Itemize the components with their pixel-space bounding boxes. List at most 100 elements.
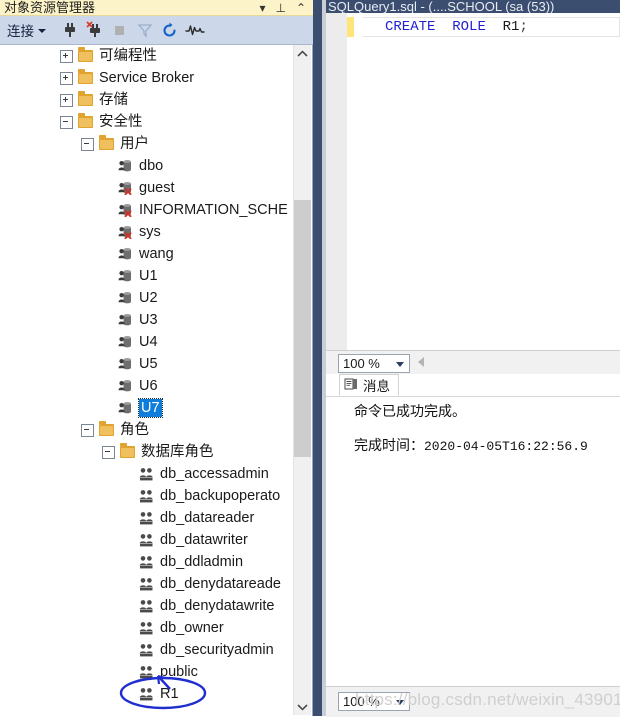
messages-icon [344, 377, 358, 394]
tree-node-u7[interactable]: U7 [0, 397, 312, 419]
collapse-icon[interactable] [102, 445, 115, 459]
db-user-disabled-icon [118, 225, 133, 239]
tree-node-[interactable]: 用户 [0, 133, 312, 155]
scroll-left-arrow-icon[interactable] [418, 357, 424, 367]
tree-node-label: guest [139, 180, 175, 196]
tree-node-public[interactable]: public [0, 661, 312, 683]
folder-icon [78, 69, 93, 84]
tree-node-label: sys [139, 224, 161, 240]
folder-icon [120, 443, 135, 458]
panel-divider [313, 0, 322, 716]
status-zoom-value: 100 % [343, 694, 380, 709]
completion-time: 2020-04-05T16:22:56.9 [424, 439, 588, 454]
activity-monitor-icon[interactable] [182, 18, 207, 43]
db-role-icon [139, 577, 154, 591]
tree-node-label: 安全性 [99, 114, 143, 130]
tree-vertical-scrollbar[interactable] [293, 45, 311, 715]
editor-gutter [326, 13, 347, 350]
expand-icon[interactable] [60, 49, 73, 63]
chevron-down-icon[interactable]: ▾ [259, 2, 265, 15]
tree-node-db_securityadmin[interactable]: db_securityadmin [0, 639, 312, 661]
tree-node-[interactable]: 可编程性 [0, 45, 312, 67]
sql-editor[interactable]: CREATE ROLE R1; [326, 13, 620, 350]
status-zoom-select[interactable]: 100 % [338, 692, 410, 711]
chevron-down-icon[interactable] [294, 698, 311, 715]
tree-node-db_datareader[interactable]: db_datareader [0, 507, 312, 529]
tree-node-db_denydatareade[interactable]: db_denydatareade [0, 573, 312, 595]
tree-node-[interactable]: 角色 [0, 419, 312, 441]
tree-node-label: wang [139, 246, 174, 262]
results-tab-bar: 消息 [326, 374, 620, 397]
tree-node-r1[interactable]: R1 [0, 683, 312, 705]
chevron-down-icon [396, 362, 404, 367]
tree-node-label: U2 [139, 290, 158, 306]
db-role-icon [139, 643, 154, 657]
editor-zoom-bar: 100 % [326, 350, 620, 375]
folder-icon [99, 135, 114, 150]
tree-node-label: U6 [139, 378, 158, 394]
scrollbar-thumb[interactable] [294, 200, 311, 457]
db-role-icon [139, 621, 154, 635]
sql-keyword-create: CREATE [385, 19, 436, 35]
tree-node-u2[interactable]: U2 [0, 287, 312, 309]
connect-button[interactable]: 连接 [7, 20, 46, 40]
tree-node-label: db_backupoperato [160, 488, 281, 504]
pin-icon[interactable]: ⊥ [275, 2, 285, 15]
tab-messages[interactable]: 消息 [339, 374, 399, 396]
tree-node-db_ddladmin[interactable]: db_ddladmin [0, 551, 312, 573]
tree-node-wang[interactable]: wang [0, 243, 312, 265]
collapse-icon[interactable] [81, 423, 94, 437]
editor-zoom-select[interactable]: 100 % [338, 354, 410, 373]
disconnect-icon[interactable] [82, 18, 107, 43]
tab-sqlquery1[interactable]: SQLQuery1.sql - (....SCHOOL (sa (53)) [326, 0, 620, 13]
tree-node-u1[interactable]: U1 [0, 265, 312, 287]
sql-identifier: R1 [502, 19, 520, 35]
tree-node-u3[interactable]: U3 [0, 309, 312, 331]
tree-node-db_datawriter[interactable]: db_datawriter [0, 529, 312, 551]
expand-icon[interactable] [60, 71, 73, 85]
folder-icon [78, 91, 93, 106]
tree-node-u6[interactable]: U6 [0, 375, 312, 397]
chevron-up-icon[interactable] [294, 45, 311, 62]
tree-node-information_sche[interactable]: INFORMATION_SCHE [0, 199, 312, 221]
close-icon[interactable]: ⌃ [296, 2, 306, 15]
tree-node-db_backupoperato[interactable]: db_backupoperato [0, 485, 312, 507]
tree-node-label: 数据库角色 [141, 444, 214, 460]
tree-node-[interactable]: 安全性 [0, 111, 312, 133]
expand-icon[interactable] [60, 93, 73, 107]
tree-node-label: db_datareader [160, 510, 255, 526]
status-bar: 100 % [326, 686, 620, 717]
tree-node-label: dbo [139, 158, 164, 174]
tree-node-db_denydatawrite[interactable]: db_denydatawrite [0, 595, 312, 617]
tree-node-[interactable]: 存储 [0, 89, 312, 111]
collapse-icon[interactable] [60, 115, 73, 129]
tree-node-label: Service Broker [99, 70, 195, 86]
tree-node-u4[interactable]: U4 [0, 331, 312, 353]
results-messages-body[interactable]: 命令已成功完成。 完成时间：2020-04-05T16:22:56.9 [326, 396, 620, 686]
collapse-icon[interactable] [81, 137, 94, 151]
editor-code-line[interactable]: CREATE ROLE R1; [363, 17, 620, 37]
db-role-icon [139, 533, 154, 547]
tree-node-service-broker[interactable]: Service Broker [0, 67, 312, 89]
object-explorer-toolbar: 连接 [0, 16, 313, 45]
connect-button-label: 连接 [7, 24, 34, 39]
page-title: 对象资源管理器 [4, 0, 96, 15]
db-role-icon [139, 489, 154, 503]
message-completion: 完成时间：2020-04-05T16:22:56.9 [354, 434, 620, 456]
tree-node-u5[interactable]: U5 [0, 353, 312, 375]
refresh-icon[interactable] [157, 18, 182, 43]
tree-node-label: db_ddladmin [160, 554, 244, 570]
filter-icon[interactable] [132, 18, 157, 43]
tree-node-db_owner[interactable]: db_owner [0, 617, 312, 639]
tree-node-label: R1 [160, 686, 179, 702]
tree-node-dbo[interactable]: dbo [0, 155, 312, 177]
tree-node-label: db_securityadmin [160, 642, 274, 658]
tree-node-[interactable]: 数据库角色 [0, 441, 312, 463]
tree-node-guest[interactable]: guest [0, 177, 312, 199]
connect-icon[interactable] [57, 18, 82, 43]
object-explorer-tree[interactable]: 可编程性 Service Broker 存储安全性用户 dbo guest INFORMA… [0, 45, 313, 716]
db-user-icon [118, 379, 133, 393]
tree-node-db_accessadmin[interactable]: db_accessadmin [0, 463, 312, 485]
tree-node-sys[interactable]: sys [0, 221, 312, 243]
sql-keyword-role: ROLE [452, 19, 486, 35]
